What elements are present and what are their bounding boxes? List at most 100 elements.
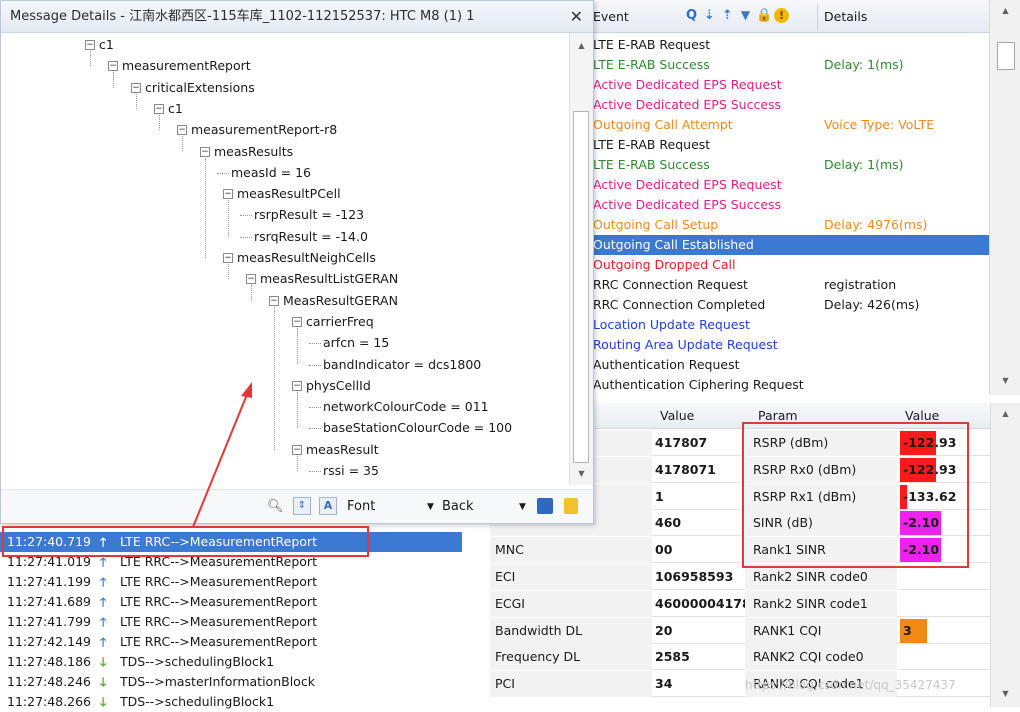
tree-node[interactable]: criticalExtensions [145,78,255,98]
sort-up-icon[interactable]: ⇡ [720,7,735,24]
expand-collapse-icon[interactable]: ⇕ [293,497,311,515]
event-row[interactable]: Authentication Request [581,355,989,375]
message-row[interactable]: 11:27:41.019 🡑 LTE RRC-->MeasurementReport [0,552,462,572]
scroll-down-icon[interactable]: ▼ [991,689,1020,698]
scroll-down-icon[interactable]: ▼ [570,469,593,478]
event-row[interactable]: LTE E-RAB Request [581,135,989,155]
event-row[interactable]: Location Update Request [581,315,989,335]
tree-node[interactable]: measurementReport-r8 [191,120,337,140]
event-row[interactable]: Routing Area Update Request [581,335,989,355]
scroll-up-icon[interactable]: ▲ [991,409,1020,418]
font-icon[interactable]: A [319,497,337,515]
event-row[interactable]: Outgoing Call Setup Delay: 4976(ms) [581,215,989,235]
tree-node[interactable]: measResult [306,440,379,460]
event-row[interactable]: LTE E-RAB Success Delay: 1(ms) [581,155,989,175]
tree-node[interactable]: carrierFreq [306,312,374,332]
collapse-icon[interactable]: − [246,274,256,285]
collapse-icon[interactable]: − [154,103,164,114]
param-row[interactable]: Frequency DL 2585 RANK2 CQI code0 [490,644,990,671]
event-row[interactable]: LTE E-RAB Request [581,35,989,55]
params-scrollbar[interactable]: ▲ ▼ [990,403,1020,707]
event-row[interactable]: Outgoing Call Attempt Voice Type: VoLTE [581,115,989,135]
event-row[interactable]: RRC Connection Request registration [581,275,989,295]
tree-node[interactable]: arfcn = 15 [323,333,389,353]
param-row[interactable]: MNC 00 Rank1 SINR -2.10 [490,537,990,564]
tree-node[interactable]: c1 [168,99,183,119]
tree-node[interactable]: measResultNeighCells [237,248,376,268]
message-row[interactable]: 11:27:48.266 🡓 TDS-->schedulingBlock1 [0,692,462,712]
collapse-icon[interactable]: − [108,61,118,72]
message-row[interactable]: 11:27:42.149 🡑 LTE RRC-->MeasurementReport [0,632,462,652]
collapse-icon[interactable]: − [223,189,233,200]
event-row[interactable]: Outgoing Dropped Call [581,255,989,275]
tree-node[interactable]: c1 [99,35,114,55]
tree-node[interactable]: MeasResultGERAN [283,291,398,311]
collapse-icon[interactable]: − [269,295,279,306]
sort-down-icon[interactable]: ⇣ [702,7,717,24]
save-icon[interactable] [537,498,553,514]
metric-value [900,649,903,664]
event-row[interactable]: Active Dedicated EPS Success [581,95,989,115]
chevron-down-icon[interactable]: ▼ [519,502,526,512]
scroll-up-icon[interactable]: ▲ [990,6,1020,15]
tree-node[interactable]: measResultListGERAN [260,269,398,289]
collapse-icon[interactable]: − [177,125,187,136]
tree-node[interactable]: measurementReport [122,56,251,76]
collapse-icon[interactable]: − [292,380,302,391]
scroll-up-icon[interactable]: ▲ [570,41,593,50]
param-value-column-header[interactable]: Value [905,408,939,423]
tree-node[interactable]: measId = 16 [231,163,311,183]
param-row[interactable]: ECI 106958593 Rank2 SINR code0 [490,564,990,590]
search-icon[interactable]: Q [684,7,699,24]
message-row[interactable]: 11:27:40.719 🡑 LTE RRC-->MeasurementReport [0,532,462,552]
tree-node[interactable]: measResults [214,142,293,162]
tree-node[interactable]: networkColourCode = 011 [323,397,489,417]
back-button[interactable]: Back [442,499,474,514]
param-row[interactable]: Bandwidth DL 20 RANK1 CQI 3 [490,617,990,644]
collapse-icon[interactable]: − [292,444,302,455]
collapse-icon[interactable]: − [223,253,233,263]
param-column-header[interactable]: Param [758,408,798,423]
message-row[interactable]: 11:27:48.246 🡓 TDS-->masterInformationBloc… [0,672,462,692]
collapse-icon[interactable]: − [85,40,95,50]
event-row[interactable]: Active Dedicated EPS Request [581,175,989,195]
chevron-down-icon[interactable]: ▼ [427,502,434,512]
message-row[interactable]: 11:27:41.689 🡑 LTE RRC-->MeasurementReport [0,592,462,612]
collapse-icon[interactable]: − [292,316,302,327]
event-row[interactable]: LTE E-RAB Success Delay: 1(ms) [581,55,989,75]
warning-icon[interactable]: ! [774,8,789,23]
event-row[interactable]: Active Dedicated EPS Request [581,75,989,95]
close-icon[interactable]: ✕ [570,1,583,33]
tree-node[interactable]: bandIndicator = dcs1800 [323,355,481,375]
lock-icon[interactable] [564,498,578,514]
scrollbar-thumb[interactable] [997,42,1015,70]
tree-node[interactable]: rssi = 35 [323,461,379,481]
filter-icon[interactable]: ▼ [738,7,753,24]
message-row[interactable]: 11:27:41.199 🡑 LTE RRC-->MeasurementReport [0,572,462,592]
event-column-header[interactable]: Event [593,9,629,24]
tree-node[interactable]: rsrpResult = -123 [254,205,364,225]
collapse-icon[interactable]: − [200,146,210,157]
tree-scrollbar[interactable]: ▲ ▼ [569,33,593,485]
value-column-header[interactable]: Value [660,408,694,423]
collapse-icon[interactable]: − [131,82,141,93]
tree-node[interactable]: baseStationColourCode = 100 [323,418,512,438]
search-icon[interactable]: 🔍︎ [267,499,284,514]
tree-node[interactable]: physCellId [306,376,371,396]
lock-icon[interactable]: 🔒 [756,7,772,24]
event-row[interactable]: Active Dedicated EPS Success [581,195,989,215]
event-row[interactable]: Outgoing Call Established [581,235,989,255]
font-button[interactable]: Font [347,499,375,514]
param-row[interactable]: ECGI 460000041780 Rank2 SINR code1 [490,590,990,617]
scroll-down-icon[interactable]: ▼ [990,376,1020,385]
event-row[interactable]: RRC Connection Completed Delay: 426(ms) [581,295,989,315]
event-scrollbar[interactable]: ▲ ▼ [989,0,1020,395]
tree-node[interactable]: rsrqResult = -14.0 [254,227,368,247]
tree-node[interactable]: measResultPCell [237,184,341,204]
message-row[interactable]: 11:27:48.186 🡓 TDS-->schedulingBlock1 [0,652,462,672]
details-column-header[interactable]: Details [824,9,867,24]
message-row[interactable]: 11:27:41.799 🡑 LTE RRC-->MeasurementReport [0,612,462,632]
event-row[interactable]: Authentication Ciphering Request [581,375,989,395]
window-title-bar[interactable]: Message Details - 江南水都西区-115车库_1102-1121… [1,1,593,33]
scrollbar-thumb[interactable] [573,111,589,463]
